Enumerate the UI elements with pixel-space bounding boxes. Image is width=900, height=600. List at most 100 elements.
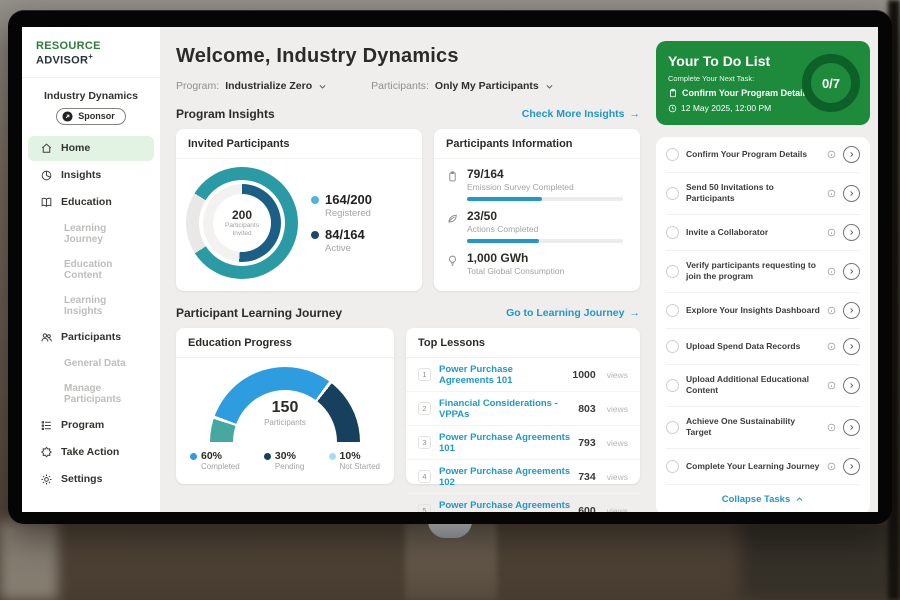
sidebar-item-take-action[interactable]: Take Action [28,440,154,465]
chevron-up-icon [795,495,804,504]
task-row: Verify participants requesting to join t… [666,251,860,293]
lightbulb-icon [446,254,459,267]
task-go-button[interactable] [843,263,860,280]
logo-advisor: ADVISOR [36,55,88,67]
go-to-learning-journey-link[interactable]: Go to Learning Journey → [506,307,640,319]
collapse-tasks-link[interactable]: Collapse Tasks [666,485,860,512]
top-lessons-title: Top Lessons [406,328,640,358]
lesson-row: 4 Power Purchase Agreements 102 734views [406,460,640,494]
registered-dot [311,196,319,204]
background-left-strip [0,520,58,600]
main-content: Welcome, Industry Dynamics Program: Indu… [160,27,650,512]
task-row: Invite a Collaborator [666,215,860,251]
arrow-right-icon: → [630,307,641,319]
arrow-right-icon: → [630,108,641,120]
sidebar-item-general-data[interactable]: General Data [28,352,154,375]
sidebar-item-learning-journey[interactable]: Learning Journey [28,217,154,251]
logo-plus: + [88,52,93,61]
task-go-button[interactable] [843,377,860,394]
lesson-link[interactable]: Power Purchase Agreements 101 [439,432,570,454]
info-icon[interactable] [827,462,836,471]
task-checkbox[interactable] [666,148,679,161]
lesson-link[interactable]: Power Purchase Agreements 102 [439,466,570,488]
lesson-link[interactable]: Power Purchase Agreements 103 [439,500,570,513]
insights-icon [40,169,53,182]
task-checkbox[interactable] [666,187,679,200]
info-icon[interactable] [827,381,836,390]
task-checkbox[interactable] [666,340,679,353]
education-progress-title: Education Progress [176,328,394,358]
sidebar-item-program[interactable]: Program [28,413,154,438]
gauge-center-label: Participants [210,418,360,427]
task-checkbox[interactable] [666,379,679,392]
info-icon[interactable] [827,150,836,159]
sidebar-item-education-content[interactable]: Education Content [28,253,154,287]
dashboard-screen: RESOURCE ADVISOR+ Industry Dynamics Spon… [22,27,878,512]
sidebar-item-participants[interactable]: Participants [28,325,154,350]
participants-information-title: Participants Information [434,129,640,159]
task-go-button[interactable] [843,146,860,163]
invited-donut-outer: 200 Participants Invited [186,167,298,279]
todo-counter: 0/7 [822,76,840,91]
info-icon[interactable] [827,342,836,351]
clock-icon [668,104,677,113]
sidebar-item-education[interactable]: Education [28,190,154,215]
info-icon[interactable] [827,228,836,237]
lesson-link[interactable]: Financial Considerations - VPPAs [439,398,570,420]
invited-legend: 164/200 Registered 84/164 Active [311,184,372,262]
learning-journey-heading: Participant Learning Journey [176,306,342,320]
sidebar-item-manage-participants[interactable]: Manage Participants [28,377,154,411]
lesson-link[interactable]: Power Purchase Agreements 101 [439,364,564,386]
task-row: Complete Your Learning Journey [666,449,860,485]
task-go-button[interactable] [843,458,860,475]
survey-clipboard-icon [446,170,459,183]
background-shadow [740,518,900,600]
task-checkbox[interactable] [666,304,679,317]
not-started-dot [329,453,336,460]
task-checkbox[interactable] [666,265,679,278]
lesson-rank: 2 [418,402,431,415]
education-progress-card: Education Progress 150 Participants [176,328,394,484]
invited-donut-inner: 200 Participants Invited [203,184,281,262]
task-go-button[interactable] [843,302,860,319]
consumption-row: 1,000 GWh Total Global Consumption [434,243,640,276]
task-go-button[interactable] [843,338,860,355]
participants-dropdown[interactable]: Participants: Only My Participants [371,80,554,92]
lesson-rank: 4 [418,470,431,483]
sidebar-item-settings[interactable]: Settings [28,467,154,492]
sponsor-badge-label: Sponsor [78,111,115,121]
todo-header-card: Your To Do List Complete Your Next Task:… [656,41,870,125]
info-icon[interactable] [827,423,836,432]
program-insights-heading: Program Insights [176,107,275,121]
home-icon [40,142,53,155]
task-go-button[interactable] [843,224,860,241]
emission-progress-bar [467,197,623,201]
lesson-rank: 1 [418,368,431,381]
education-icon [40,196,53,209]
task-go-button[interactable] [843,185,860,202]
task-go-button[interactable] [843,419,860,436]
legend-active: 84/164 Active [311,227,372,254]
legend-completed: 60%Completed [190,450,240,471]
program-dropdown[interactable]: Program: Industrialize Zero [176,80,327,92]
sidebar-item-insights[interactable]: Insights [28,163,154,188]
info-icon[interactable] [827,267,836,276]
sponsor-badge: Sponsor [56,108,126,125]
info-icon[interactable] [827,189,836,198]
task-row: Confirm Your Program Details [666,137,860,173]
info-icon[interactable] [827,306,836,315]
task-checkbox[interactable] [666,460,679,473]
actions-progress-bar [467,239,623,243]
sponsor-badge-icon [62,111,73,122]
task-checkbox[interactable] [666,226,679,239]
logo-resource: RESOURCE [36,40,101,52]
todo-progress-ring: 0/7 [802,54,860,112]
chevron-down-icon [318,82,327,91]
sidebar-item-learning-insights[interactable]: Learning Insights [28,289,154,323]
gauge-center-value: 150 [210,399,360,417]
check-more-insights-link[interactable]: Check More Insights → [522,108,640,120]
task-checkbox[interactable] [666,421,679,434]
lesson-rank: 5 [418,504,431,512]
sidebar-item-home[interactable]: Home [28,136,154,161]
leaf-icon [446,212,459,225]
